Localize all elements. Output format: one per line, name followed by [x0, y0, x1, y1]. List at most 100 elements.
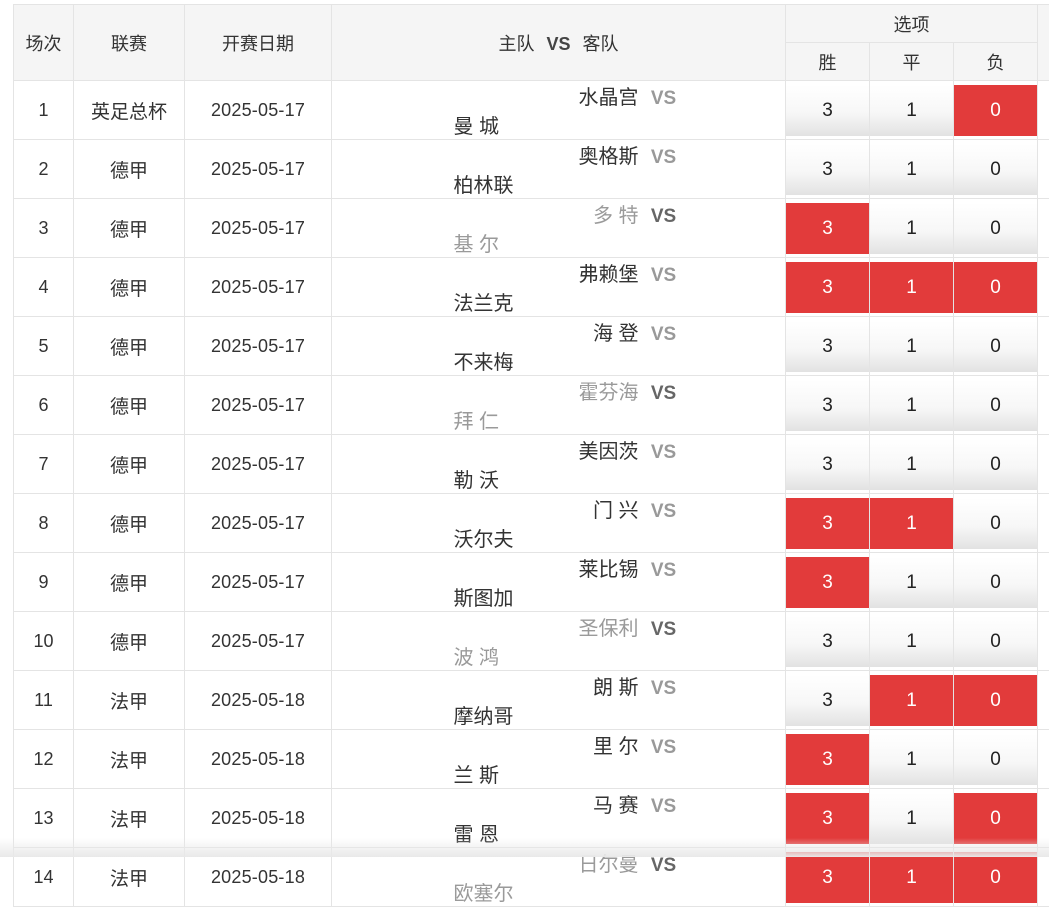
header-options: 选项 [786, 5, 1038, 43]
option-cell: 1 [870, 376, 954, 435]
league-cell: 德甲 [74, 199, 185, 258]
win-option[interactable]: 3 [786, 321, 869, 372]
league-cell: 德甲 [74, 140, 185, 199]
lose-option[interactable]: 0 [954, 616, 1037, 667]
lose-option[interactable]: 0 [954, 85, 1037, 136]
row-spacer [1038, 258, 1049, 317]
row-spacer [1038, 317, 1049, 376]
draw-option[interactable]: 1 [870, 675, 953, 726]
win-option[interactable]: 3 [786, 675, 869, 726]
league-cell: 德甲 [74, 435, 185, 494]
draw-option[interactable]: 1 [870, 557, 953, 608]
lose-option[interactable]: 0 [954, 203, 1037, 254]
option-cell: 0 [954, 81, 1038, 140]
win-option[interactable]: 3 [786, 557, 869, 608]
draw-option[interactable]: 1 [870, 203, 953, 254]
lose-option[interactable]: 0 [954, 498, 1037, 549]
away-team: 兰 斯 [454, 759, 664, 788]
header-lose: 负 [954, 43, 1038, 81]
row-number: 8 [14, 494, 74, 553]
lose-option[interactable]: 0 [954, 793, 1037, 844]
lose-option[interactable]: 0 [954, 734, 1037, 785]
match-cell: 多 特VS基 尔 [332, 199, 786, 258]
draw-option[interactable]: 1 [870, 85, 953, 136]
lose-option[interactable]: 0 [954, 439, 1037, 490]
draw-option[interactable]: 1 [870, 439, 953, 490]
option-cell: 3 [786, 671, 870, 730]
lose-option[interactable]: 0 [954, 380, 1037, 431]
draw-option[interactable]: 1 [870, 793, 953, 844]
table-row: 1英足总杯2025-05-17水晶宫VS曼 城310 [14, 81, 1049, 140]
win-option[interactable]: 3 [786, 203, 869, 254]
row-number: 6 [14, 376, 74, 435]
draw-option[interactable]: 1 [870, 380, 953, 431]
league-cell: 英足总杯 [74, 81, 185, 140]
home-team: 海 登 [429, 317, 639, 346]
date-cell: 2025-05-17 [185, 494, 332, 553]
win-option[interactable]: 3 [786, 793, 869, 844]
match-cell: 美因茨VS勒 沃 [332, 435, 786, 494]
away-team: 曼 城 [454, 110, 664, 139]
win-option[interactable]: 3 [786, 439, 869, 490]
row-number: 11 [14, 671, 74, 730]
header-away: 客队 [583, 34, 619, 54]
away-team: 柏林联 [454, 169, 664, 198]
scroll-fade [0, 838, 1049, 857]
lose-option[interactable]: 0 [954, 262, 1037, 313]
header-draw: 平 [870, 43, 954, 81]
table-row: 12法甲2025-05-18里 尔VS兰 斯310 [14, 730, 1049, 789]
win-option[interactable]: 3 [786, 144, 869, 195]
home-team: 弗赖堡 [429, 258, 639, 287]
draw-option[interactable]: 1 [870, 144, 953, 195]
date-cell: 2025-05-17 [185, 258, 332, 317]
win-option[interactable]: 3 [786, 498, 869, 549]
table-row: 5德甲2025-05-17海 登VS不来梅310 [14, 317, 1049, 376]
vs-label: VS [639, 737, 689, 759]
win-option[interactable]: 3 [786, 616, 869, 667]
vs-label: VS [639, 619, 689, 641]
match-cell: 莱比锡VS斯图加 [332, 553, 786, 612]
option-cell: 0 [954, 553, 1038, 612]
home-team: 莱比锡 [429, 553, 639, 582]
draw-option[interactable]: 1 [870, 616, 953, 667]
draw-option[interactable]: 1 [870, 734, 953, 785]
league-cell: 德甲 [74, 376, 185, 435]
away-team: 基 尔 [454, 228, 664, 257]
option-cell: 3 [786, 435, 870, 494]
win-option[interactable]: 3 [786, 262, 869, 313]
draw-option[interactable]: 1 [870, 852, 953, 903]
option-cell: 0 [954, 376, 1038, 435]
match-cell: 圣保利VS波 鸿 [332, 612, 786, 671]
away-team: 勒 沃 [454, 464, 664, 493]
row-number: 12 [14, 730, 74, 789]
lose-option[interactable]: 0 [954, 321, 1037, 372]
date-cell: 2025-05-17 [185, 140, 332, 199]
lose-option[interactable]: 0 [954, 144, 1037, 195]
win-option[interactable]: 3 [786, 85, 869, 136]
home-team: 奥格斯 [429, 140, 639, 169]
header-vs: VS [546, 34, 570, 54]
win-option[interactable]: 3 [786, 380, 869, 431]
row-spacer [1038, 494, 1049, 553]
option-cell: 0 [954, 494, 1038, 553]
row-number: 2 [14, 140, 74, 199]
draw-option[interactable]: 1 [870, 498, 953, 549]
option-cell: 0 [954, 140, 1038, 199]
lose-option[interactable]: 0 [954, 852, 1037, 903]
home-team: 水晶宫 [429, 81, 639, 110]
option-cell: 1 [870, 140, 954, 199]
header-win: 胜 [786, 43, 870, 81]
win-option[interactable]: 3 [786, 852, 869, 903]
lose-option[interactable]: 0 [954, 675, 1037, 726]
draw-option[interactable]: 1 [870, 262, 953, 313]
draw-option[interactable]: 1 [870, 321, 953, 372]
lose-option[interactable]: 0 [954, 557, 1037, 608]
row-spacer [1038, 199, 1049, 258]
option-cell: 3 [786, 730, 870, 789]
win-option[interactable]: 3 [786, 734, 869, 785]
option-cell: 3 [786, 494, 870, 553]
table-row: 4德甲2025-05-17弗赖堡VS法兰克310 [14, 258, 1049, 317]
home-team: 门 兴 [429, 494, 639, 523]
row-spacer [1038, 376, 1049, 435]
option-cell: 0 [954, 435, 1038, 494]
